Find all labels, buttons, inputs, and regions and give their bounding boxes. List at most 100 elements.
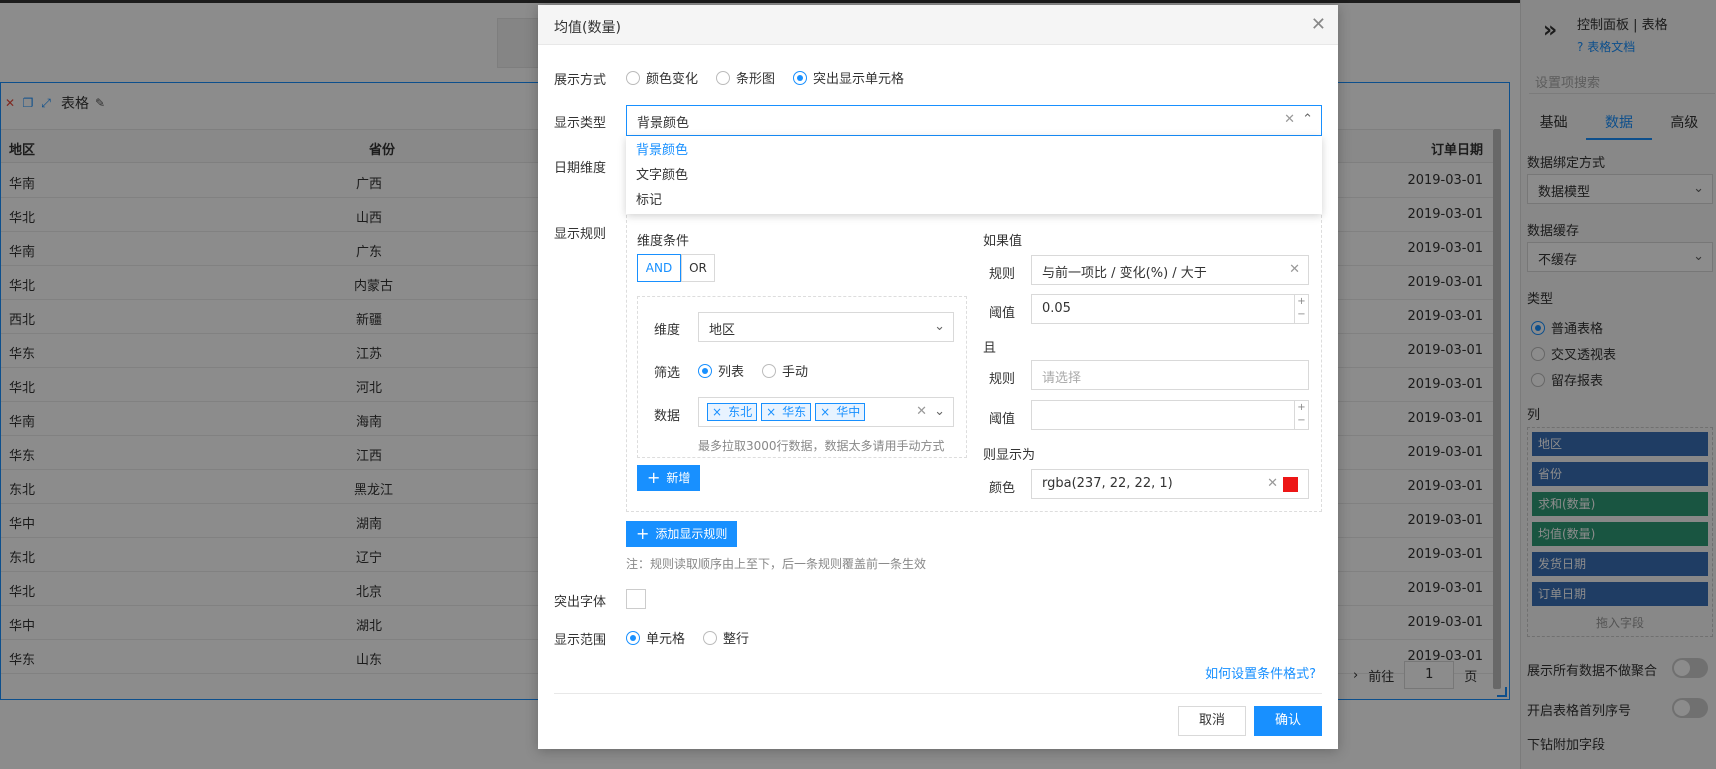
- color-label: 颜色: [989, 481, 1016, 496]
- footer-divider: [554, 693, 1322, 694]
- data-label: 数据: [654, 409, 681, 424]
- stepper-icon[interactable]: + −: [1294, 295, 1308, 323]
- rule2-select[interactable]: 请选择: [1031, 360, 1309, 390]
- conditional-format-dialog: 均值(数量) ✕ 展示方式 颜色变化 条形图 突出显示单元格 显示类型 背景颜色…: [538, 5, 1338, 749]
- dropdown-option-marker[interactable]: 标记: [626, 188, 1322, 213]
- cancel-button[interactable]: 取消: [1178, 706, 1246, 736]
- clear-icon[interactable]: ✕: [916, 404, 927, 419]
- add-rule-button[interactable]: + 添加显示规则: [626, 521, 738, 547]
- color-swatch[interactable]: [1283, 477, 1298, 492]
- radio-unchecked: [716, 70, 731, 85]
- display-mode-label: 展示方式: [554, 73, 607, 88]
- highlight-font-checkbox[interactable]: [626, 589, 646, 609]
- tag-remove-icon[interactable]: ×: [820, 405, 830, 419]
- confirm-button[interactable]: 确认: [1254, 706, 1322, 736]
- scope-label: 显示范围: [554, 633, 607, 648]
- data-tag-label: 东北: [728, 405, 753, 419]
- dimension-condition-card: 维度 地区 ⌄ 筛选 列表 手动 数据 × 东北 × 华东 × 华中 ✕ ⌄ 最多拉取300…: [637, 296, 967, 458]
- add-rule-label: 添加显示规则: [655, 527, 728, 541]
- dialog-title: 均值(数量): [554, 20, 621, 36]
- data-tag-label: 华东: [782, 405, 807, 419]
- plus-icon: +: [636, 524, 650, 543]
- color-value: rgba(237, 22, 22, 1): [1042, 476, 1173, 491]
- then-show-label: 则显示为: [983, 448, 1036, 463]
- help-link[interactable]: 如何设置条件格式?: [1205, 663, 1316, 682]
- add-condition-label: 新增: [666, 471, 691, 485]
- rule2-placeholder: 请选择: [1042, 371, 1082, 386]
- data-tag[interactable]: × 东北: [707, 403, 758, 421]
- scope-row[interactable]: 整行: [703, 628, 749, 647]
- logic-toggle: AND OR: [637, 254, 715, 282]
- dimension-value: 地区: [709, 323, 736, 338]
- rule-card: 维度条件 AND OR 维度 地区 ⌄ 筛选 列表 手动 数据 × 东北 × 华东 × 华中…: [626, 210, 1322, 512]
- if-value-label: 如果值: [983, 234, 1023, 249]
- and-cn-label: 且: [983, 341, 997, 356]
- scope-cell[interactable]: 单元格: [626, 628, 685, 647]
- display-mode-group: 颜色变化 条形图 突出显示单元格: [626, 68, 916, 87]
- scope-option-label: 整行: [723, 632, 750, 647]
- or-button[interactable]: OR: [681, 254, 715, 282]
- dropdown-option-text-color[interactable]: 文字颜色: [626, 163, 1322, 188]
- filter-label: 筛选: [654, 366, 681, 381]
- scope-option-label: 单元格: [646, 632, 686, 647]
- rule-label: 规则: [989, 372, 1016, 387]
- threshold1-input[interactable]: 0.05 + −: [1031, 294, 1309, 324]
- dimension-select[interactable]: 地区 ⌄: [698, 312, 954, 342]
- radio-checked: [626, 630, 640, 645]
- rule-label: 规则: [989, 267, 1016, 282]
- radio-checked: [698, 363, 712, 378]
- threshold-label: 阈值: [989, 412, 1016, 427]
- data-tag[interactable]: × 华东: [761, 403, 812, 421]
- display-rules-label: 显示规则: [554, 227, 607, 242]
- data-tag[interactable]: × 华中: [815, 403, 866, 421]
- and-button[interactable]: AND: [637, 254, 681, 282]
- dimension-condition-label: 维度条件: [637, 234, 690, 249]
- chevron-down-icon: ⌄: [934, 404, 945, 419]
- display-mode-option-label: 突出显示单元格: [813, 72, 905, 87]
- radio-unchecked: [626, 70, 640, 85]
- scope-group: 单元格 整行: [626, 628, 761, 647]
- plus-icon: +: [647, 468, 661, 487]
- filter-option-label: 手动: [782, 365, 809, 380]
- rule1-value: 与前一项比 / 变化(%) / 大于: [1042, 266, 1207, 281]
- chevron-down-icon: ⌄: [934, 319, 945, 334]
- add-condition-button[interactable]: + 新增: [637, 465, 701, 491]
- radio-unchecked: [762, 363, 777, 378]
- stepper-icon[interactable]: + −: [1294, 401, 1308, 429]
- dialog-header: 均值(数量) ✕: [538, 5, 1338, 45]
- filter-mode-group: 列表 手动: [698, 361, 820, 380]
- display-mode-option-label: 颜色变化: [646, 72, 699, 87]
- display-mode-highlight[interactable]: 突出显示单元格: [793, 68, 904, 87]
- display-type-select[interactable]: 背景颜色 ✕ ⌃: [626, 105, 1322, 136]
- display-mode-bar[interactable]: 条形图: [716, 68, 775, 87]
- close-icon[interactable]: ✕: [1311, 14, 1326, 35]
- display-mode-color[interactable]: 颜色变化: [626, 68, 698, 87]
- clear-icon[interactable]: ✕: [1284, 112, 1295, 127]
- data-tag-label: 华中: [836, 405, 861, 419]
- rule1-select[interactable]: 与前一项比 / 变化(%) / 大于 ✕: [1031, 255, 1309, 285]
- color-picker[interactable]: rgba(237, 22, 22, 1) ✕: [1031, 469, 1309, 499]
- radio-checked: [793, 70, 808, 85]
- display-type-dropdown: 背景颜色 文字颜色 标记: [626, 136, 1322, 214]
- data-multiselect[interactable]: × 东北 × 华东 × 华中 ✕ ⌄: [698, 397, 954, 427]
- date-dimension-label: 日期维度: [554, 161, 607, 176]
- radio-unchecked: [703, 630, 718, 645]
- display-type-label: 显示类型: [554, 116, 607, 131]
- filter-option-label: 列表: [718, 365, 745, 380]
- clear-icon[interactable]: ✕: [1267, 476, 1278, 491]
- highlight-font-label: 突出字体: [554, 595, 607, 610]
- tag-remove-icon[interactable]: ×: [712, 405, 722, 419]
- filter-mode-manual[interactable]: 手动: [762, 361, 808, 380]
- chevron-up-icon[interactable]: ⌃: [1302, 112, 1313, 127]
- filter-mode-list[interactable]: 列表: [698, 361, 744, 380]
- tag-remove-icon[interactable]: ×: [766, 405, 776, 419]
- display-mode-option-label: 条形图: [736, 72, 776, 87]
- data-hint: 最多拉取3000行数据，数据太多请用手动方式: [698, 439, 945, 453]
- threshold1-value: 0.05: [1042, 301, 1071, 316]
- threshold2-input[interactable]: + −: [1031, 400, 1309, 430]
- clear-icon[interactable]: ✕: [1289, 262, 1300, 277]
- rule-order-note: 注：规则读取顺序由上至下，后一条规则覆盖前一条生效: [626, 557, 927, 571]
- display-type-value: 背景颜色: [637, 116, 690, 131]
- dimension-label: 维度: [654, 323, 681, 338]
- dropdown-option-background[interactable]: 背景颜色: [626, 138, 1322, 163]
